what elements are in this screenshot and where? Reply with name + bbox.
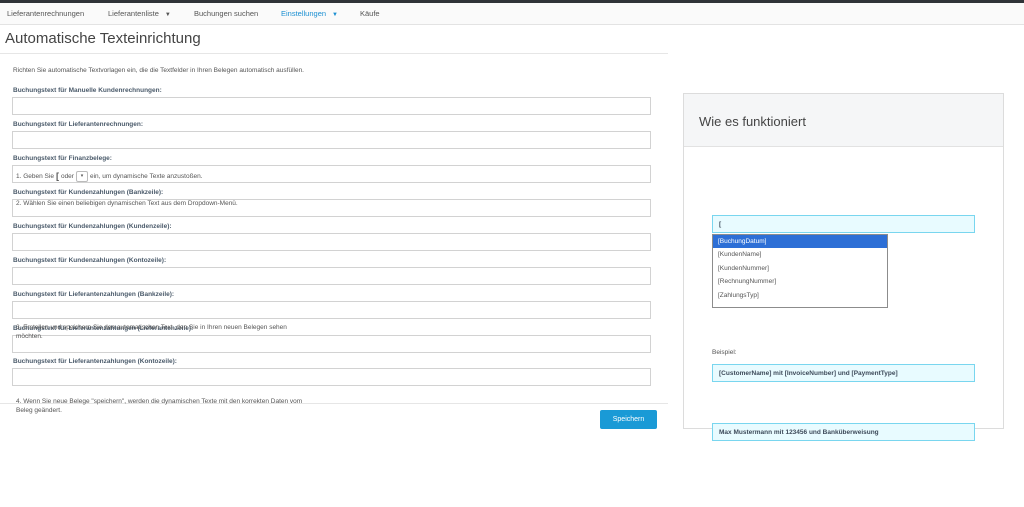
result-box: Max Mustermann mit 123456 und Banküberwe…: [712, 423, 975, 441]
main-nav: Lieferantenrechnungen Lieferantenliste ▼ …: [0, 3, 1024, 25]
field-label-lieferantenrechnungen: Buchungstext für Lieferantenrechnungen:: [13, 121, 144, 128]
help-step-2: 2. Wählen Sie einen beliebigen dynamisch…: [16, 200, 238, 207]
help-title: Wie es funktioniert: [699, 114, 806, 129]
nav-item-label: Buchungen suchen: [194, 9, 259, 18]
dropdown-option[interactable]: [BuchungDatum]: [713, 235, 887, 249]
dropdown-option[interactable]: [KundenName]: [713, 248, 887, 261]
chevron-down-icon: ▼: [164, 12, 171, 18]
field-label-finanzbelege: Buchungstext für Finanzbelege:: [13, 155, 112, 162]
text-input-kundenrechnungen[interactable]: [12, 97, 651, 115]
nav-item-buchungen-suchen[interactable]: Buchungen suchen: [194, 9, 258, 18]
help-step-1: 1. Geben Sie [ oder ▾ ein, um dynamische…: [16, 169, 203, 183]
field-label-lieferantenzahlungen-bank: Buchungstext für Lieferantenzahlungen (B…: [13, 291, 175, 298]
step-1-oder: oder: [60, 172, 74, 180]
text-input-lieferantenzahlungen-konto[interactable]: [12, 368, 651, 386]
example-label: Beispiel:: [712, 349, 737, 356]
help-step-3: 3. Erstellen und speichern Sie den autom…: [16, 324, 287, 340]
text-input-lieferantenrechnungen[interactable]: [12, 131, 651, 149]
example-value: [CustomerName] mit [InvoiceNumber] und […: [719, 370, 898, 377]
nav-item-lieferantenliste[interactable]: Lieferantenliste ▼: [108, 9, 171, 18]
nav-item-kaeufe[interactable]: Käufe: [360, 9, 380, 18]
chevron-down-icon: ▼: [332, 12, 338, 18]
divider: [0, 53, 668, 54]
dropdown-option[interactable]: [RechnungNummer]: [713, 275, 887, 288]
step-1-text-after: ein, um dynamische Texte anzustoßen.: [89, 172, 203, 180]
text-input-kundenzahlungen-kunde[interactable]: [12, 233, 651, 251]
result-value: Max Mustermann mit 123456 und Banküberwe…: [719, 429, 879, 436]
field-label-kundenzahlungen-bank: Buchungstext für Kundenzahlungen (Bankze…: [13, 189, 164, 196]
field-label-kundenzahlungen-konto: Buchungstext für Kundenzahlungen (Kontoz…: [13, 257, 167, 264]
dropdown-icon: ▾: [75, 170, 88, 182]
field-label-kundenrechnungen: Buchungstext für Manuelle Kundenrechnung…: [13, 87, 162, 94]
help-panel-header: Wie es funktioniert: [684, 94, 1003, 147]
bracket-glyph: [: [55, 171, 59, 181]
dropdown-option[interactable]: [KundenNummer]: [713, 262, 887, 275]
nav-item-label: Lieferantenrechnungen: [7, 9, 85, 18]
nav-item-einstellungen[interactable]: Einstellungen ▼: [281, 9, 338, 18]
dynamic-text-input[interactable]: [: [712, 215, 975, 233]
help-step-4: 4. Wenn Sie neue Belege "speichern", wer…: [16, 398, 303, 414]
nav-item-label: Lieferantenliste: [108, 9, 159, 18]
save-button[interactable]: Speichern: [600, 410, 657, 429]
text-input-kundenzahlungen-konto[interactable]: [12, 267, 651, 285]
field-label-kundenzahlungen-kunde: Buchungstext für Kundenzahlungen (Kunden…: [13, 223, 172, 230]
field-label-lieferantenzahlungen-konto: Buchungstext für Lieferantenzahlungen (K…: [13, 358, 177, 365]
nav-item-label: Einstellungen: [281, 9, 327, 18]
dropdown-option[interactable]: [ZahlungsTyp]: [713, 289, 887, 302]
dynamic-text-dropdown[interactable]: [BuchungDatum] [KundenName] [KundenNumme…: [712, 234, 888, 308]
intro-text: Richten Sie automatische Textvorlagen ei…: [13, 67, 304, 74]
step-1-text-before: 1. Geben Sie: [16, 172, 54, 180]
example-box: [CustomerName] mit [InvoiceNumber] und […: [712, 364, 975, 382]
dynamic-text-input-value: [: [719, 221, 722, 228]
text-input-lieferantenzahlungen-bank[interactable]: [12, 301, 651, 319]
nav-item-label: Käufe: [360, 9, 380, 18]
page-title: Automatische Texteinrichtung: [5, 30, 201, 47]
nav-item-lieferantenrechnungen[interactable]: Lieferantenrechnungen: [7, 9, 84, 18]
